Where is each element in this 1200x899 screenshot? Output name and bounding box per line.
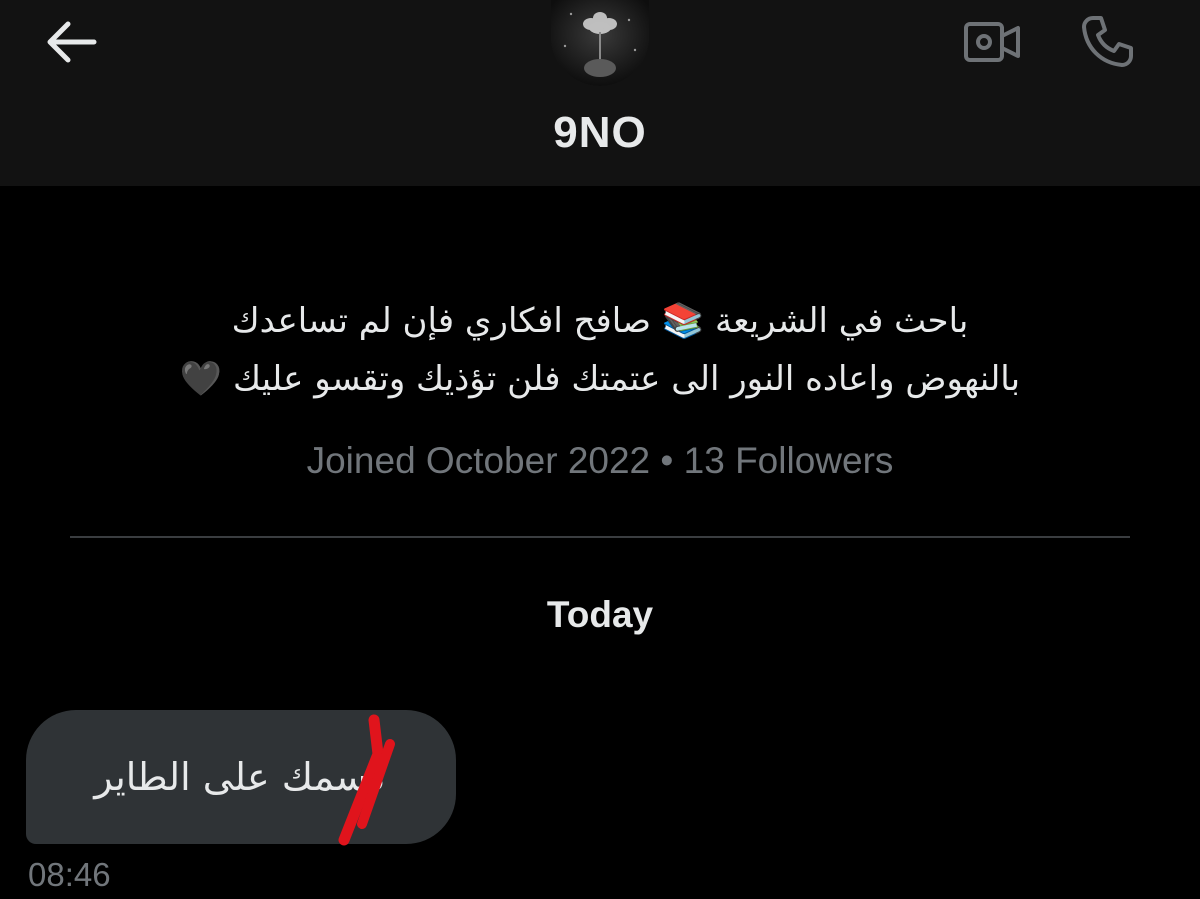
message-bubble[interactable]: كسمك على الطاير xyxy=(26,710,456,846)
video-call-button[interactable] xyxy=(958,14,1026,70)
message-timestamp: 08:46 xyxy=(28,856,111,893)
bio-line: بالنهوض واعاده النور الى عتمتك فلن تؤذيك… xyxy=(179,359,1021,399)
avatar[interactable] xyxy=(551,0,649,86)
voice-call-button[interactable] xyxy=(1072,10,1142,74)
video-camera-icon xyxy=(964,22,1020,62)
phone-icon xyxy=(1082,16,1133,67)
rose-avatar-image xyxy=(551,0,649,86)
back-button[interactable] xyxy=(36,14,104,70)
divider xyxy=(70,536,1130,538)
date-separator: Today xyxy=(546,594,654,635)
arrow-left-icon xyxy=(47,21,97,63)
bio-line: باحث في الشريعة 📚 صافح افكاري فإن لم تسا… xyxy=(231,301,969,341)
conversation-header: 9NO xyxy=(0,0,1200,186)
profile-meta: Joined October 2022 • 13 Followers xyxy=(306,440,894,481)
message-text: كسمك على الطاير xyxy=(94,755,388,799)
profile-bio: باحث في الشريعة 📚 صافح افكاري فإن لم تسا… xyxy=(60,292,1140,408)
display-name: 9NO xyxy=(553,108,647,157)
